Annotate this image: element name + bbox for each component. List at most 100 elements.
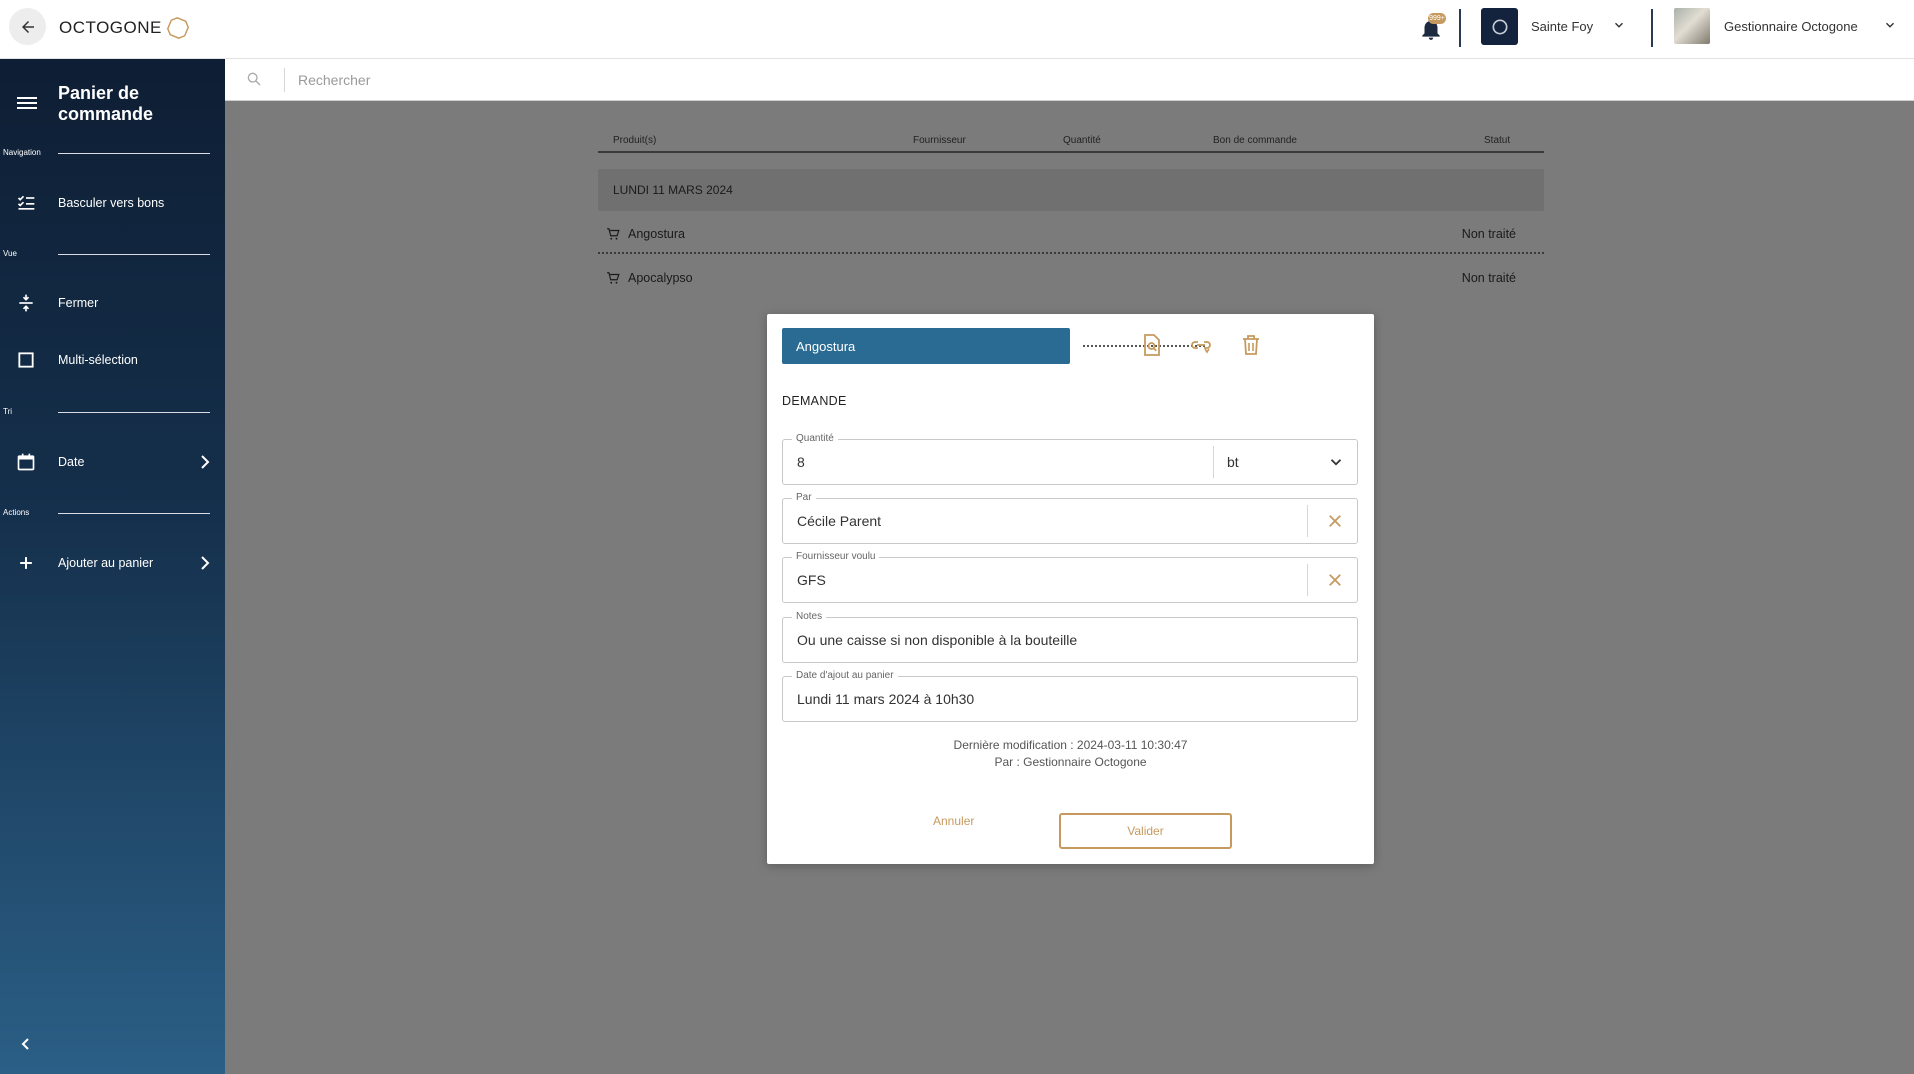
section-label: Navigation	[3, 148, 41, 157]
field-label: Quantité	[792, 433, 838, 444]
field-label: Fournisseur voulu	[792, 551, 880, 562]
row-divider	[598, 252, 1544, 254]
status-text: Non traité	[1461, 227, 1516, 241]
header-divider	[1651, 9, 1653, 47]
par-field[interactable]: Par Cécile Parent	[782, 492, 1358, 544]
unit-select[interactable]: bt	[1227, 454, 1239, 470]
field-label: Par	[792, 492, 816, 503]
top-bar: OCTOGONE 999+ Sainte Foy Gestionnaire Oc…	[0, 0, 1914, 59]
chevron-down-icon[interactable]	[1327, 453, 1345, 471]
product-name: Apocalypso	[628, 271, 693, 285]
trash-icon[interactable]	[1239, 333, 1263, 357]
section-divider	[58, 412, 210, 413]
notification-badge: 999+	[1428, 13, 1446, 24]
header-divider	[1459, 9, 1461, 47]
product-name: Angostura	[628, 227, 685, 241]
quantity-field[interactable]: Quantité 8 bt	[782, 433, 1358, 485]
table-row[interactable]: Angostura Non traité	[598, 222, 1544, 246]
site-selector-label[interactable]: Sainte Foy	[1531, 19, 1593, 34]
sidebar-section-tri: Tri	[0, 407, 225, 421]
date-added-field[interactable]: Date d'ajout au panier Lundi 11 mars 202…	[782, 670, 1358, 722]
search-input[interactable]	[298, 69, 898, 91]
sidebar-item-label: Date	[58, 455, 85, 469]
product-title-chip: Angostura	[782, 328, 1070, 364]
quantity-input[interactable]: 8	[797, 454, 805, 470]
field-label: Notes	[792, 611, 827, 622]
link-icon[interactable]	[1189, 333, 1213, 357]
sidebar-section-vue: Vue	[0, 249, 225, 263]
back-button[interactable]	[9, 8, 46, 45]
view-document-icon[interactable]	[1139, 333, 1163, 357]
sidebar-section-actions: Actions	[0, 508, 225, 522]
collapse-sidebar-icon[interactable]	[19, 1037, 33, 1051]
section-divider	[58, 513, 210, 514]
par-input[interactable]: Cécile Parent	[797, 513, 881, 529]
column-header-status[interactable]: Statut	[1484, 135, 1510, 146]
field-divider	[1307, 505, 1308, 537]
sidebar-item-label: Basculer vers bons	[58, 196, 165, 210]
column-header-quantity[interactable]: Quantité	[1063, 135, 1101, 146]
arrow-left-icon	[21, 20, 34, 33]
supplier-field[interactable]: Fournisseur voulu GFS	[782, 551, 1358, 603]
checklist-icon	[17, 195, 35, 210]
chevron-down-icon[interactable]	[1612, 18, 1626, 32]
sidebar-item-label: Fermer	[58, 296, 99, 310]
table-row[interactable]: Apocalypso Non traité	[598, 266, 1544, 290]
section-title: DEMANDE	[782, 394, 847, 408]
sidebar-item-ajouter-au-panier[interactable]: Ajouter au panier	[0, 543, 225, 583]
validate-button[interactable]: Valider	[1059, 813, 1232, 849]
sidebar-title: Panier de commande	[58, 83, 154, 124]
sidebar-section-navigation: Navigation	[0, 148, 225, 162]
search-icon	[247, 72, 261, 86]
column-header-products[interactable]: Produit(s)	[613, 135, 656, 146]
notes-field[interactable]: Notes Ou une caisse si non disponible à …	[782, 611, 1358, 663]
cancel-button[interactable]: Annuler	[933, 814, 974, 828]
close-icon[interactable]	[1326, 512, 1344, 530]
user-avatar[interactable]	[1674, 8, 1710, 44]
field-divider	[1307, 564, 1308, 596]
date-added-input[interactable]: Lundi 11 mars 2024 à 10h30	[797, 691, 974, 707]
cart-icon	[607, 228, 620, 240]
section-divider	[58, 153, 210, 154]
chevron-right-icon	[201, 455, 210, 469]
checkbox-icon	[18, 352, 34, 368]
sidebar-item-label: Ajouter au panier	[58, 556, 154, 570]
sidebar: Panier de commande Navigation Basculer v…	[0, 59, 225, 1074]
search-divider	[284, 68, 285, 92]
date-group-header[interactable]: LUNDI 11 MARS 2024	[598, 169, 1544, 211]
user-menu-label[interactable]: Gestionnaire Octogone	[1724, 19, 1858, 34]
sidebar-item-basculer-vers-bons[interactable]: Basculer vers bons	[0, 183, 225, 223]
close-icon[interactable]	[1326, 571, 1344, 589]
supplier-input[interactable]: GFS	[797, 572, 826, 588]
sidebar-item-multi-selection[interactable]: Multi-sélection	[0, 340, 225, 380]
chevron-down-icon[interactable]	[1883, 18, 1897, 32]
plus-icon	[20, 557, 32, 569]
chevron-right-icon	[201, 556, 210, 570]
collapse-vertical-icon	[19, 294, 33, 312]
sidebar-item-fermer[interactable]: Fermer	[0, 283, 225, 323]
notes-input[interactable]: Ou une caisse si non disponible à la bou…	[797, 632, 1077, 648]
column-header-purchase-order[interactable]: Bon de commande	[1213, 135, 1297, 146]
section-label: Vue	[3, 249, 17, 258]
section-label: Actions	[3, 508, 30, 517]
site-logo[interactable]	[1481, 8, 1518, 45]
field-label: Date d'ajout au panier	[792, 670, 898, 681]
octagon-logo-icon	[166, 17, 189, 39]
site-emblem-icon	[1492, 19, 1507, 34]
field-divider	[1213, 446, 1214, 478]
cart-icon	[607, 272, 620, 284]
section-label: Tri	[3, 407, 13, 416]
menu-icon[interactable]	[17, 95, 37, 111]
column-header-supplier[interactable]: Fournisseur	[913, 135, 966, 146]
app-logo[interactable]: OCTOGONE	[59, 17, 189, 39]
calendar-icon	[17, 453, 35, 471]
header-divider	[598, 151, 1544, 153]
sidebar-item-label: Multi-sélection	[58, 353, 138, 367]
order-request-dialog: Angostura DEMANDE Quantité 8 bt Par Céci…	[767, 314, 1374, 864]
modified-by-text: Par : Gestionnaire Octogone	[994, 755, 1147, 769]
search-bar	[225, 59, 1914, 101]
section-divider	[58, 254, 210, 255]
last-modified-text: Dernière modification : 2024-03-11 10:30…	[953, 738, 1188, 752]
sidebar-item-date[interactable]: Date	[0, 442, 225, 482]
logo-text: OCTOGONE	[59, 18, 162, 37]
